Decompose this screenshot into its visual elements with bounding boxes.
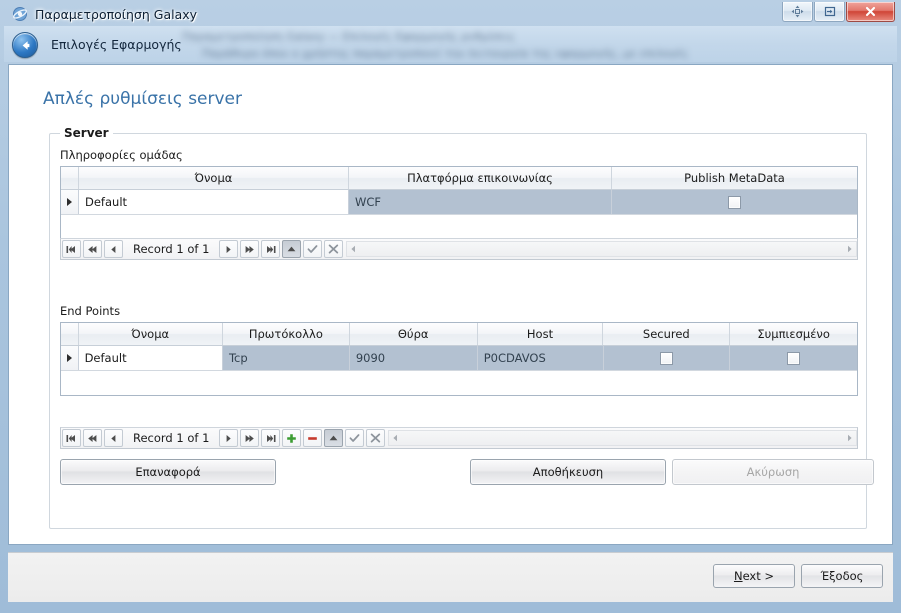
grid-corner-cell [61, 323, 79, 345]
next-page-icon[interactable] [240, 429, 260, 447]
end-points-navigator: Record 1 of 1 [60, 427, 858, 449]
grid-corner-cell [61, 167, 79, 189]
groupbox-title: Server [60, 126, 113, 140]
grid-empty-space [61, 371, 857, 395]
column-header-compressed[interactable]: Συμπιεσμένο [730, 323, 857, 345]
window-controls [782, 2, 895, 22]
previous-record-icon[interactable] [104, 429, 123, 447]
cell-platform[interactable]: WCF [349, 190, 612, 214]
server-groupbox: Server Πληροφορίες ομάδας Όνομα Πλατφόρμ… [49, 126, 874, 529]
next-record-icon[interactable] [219, 429, 239, 447]
end-points-horizontal-scrollbar[interactable] [388, 430, 857, 446]
cell-onoma[interactable]: Default [78, 346, 223, 370]
previous-page-icon[interactable] [83, 240, 102, 258]
add-record-icon[interactable] [282, 429, 302, 447]
scroll-right-arrow-icon [848, 434, 852, 442]
cell-port[interactable]: 9090 [349, 346, 478, 370]
blurred-header-line-2: Παράθυρο όπου ο χρήστης παραμετροποιεί τ… [202, 47, 689, 60]
row-selector[interactable] [61, 346, 79, 370]
compressed-checkbox[interactable] [787, 351, 801, 365]
current-row-arrow-icon [66, 354, 72, 362]
group-info-label: Πληροφορίες ομάδας [60, 148, 183, 162]
column-header-onoma[interactable]: Όνομα [79, 167, 349, 189]
delete-record-icon[interactable] [303, 429, 323, 447]
scroll-left-arrow-icon [393, 434, 398, 442]
application-window: Παραμετροποίηση Galaxy Επιλογές Εφαρμογή… [0, 0, 901, 613]
group-info-navigator: Record 1 of 1 [60, 238, 858, 260]
column-header-publish-metadata[interactable]: Publish MetaData [612, 167, 857, 189]
minimize-to-tray-button[interactable] [814, 2, 845, 22]
group-info-horizontal-scrollbar[interactable] [346, 241, 857, 257]
group-info-grid-header: Όνομα Πλατφόρμα επικοινωνίας Publish Met… [61, 167, 857, 190]
end-points-grid[interactable]: Όνομα Πρωτόκολλο Θύρα Host Secured Συμπι… [60, 322, 858, 396]
save-button[interactable]: Αποθήκευση [470, 459, 666, 485]
scroll-right-arrow-icon [848, 245, 852, 253]
row-selector[interactable] [61, 190, 79, 214]
cell-protocol[interactable]: Tcp [222, 346, 350, 370]
exit-button[interactable]: Έξοδος [801, 564, 883, 588]
back-arrow-icon[interactable] [12, 32, 38, 58]
next-record-icon[interactable] [219, 240, 239, 258]
restore-button[interactable]: Επαναφορά [60, 459, 276, 485]
group-info-record-count: Record 1 of 1 [133, 242, 210, 256]
navigation-header: Επιλογές Εφαρμογής Παραμετροποίηση Galax… [4, 26, 897, 62]
wizard-footer: Next > Έξοδος [8, 552, 893, 602]
column-header-port[interactable]: Θύρα [349, 323, 478, 345]
column-header-protocol[interactable]: Πρωτόκολλο [222, 323, 350, 345]
galaxy-app-icon [12, 6, 28, 22]
group-info-grid[interactable]: Όνομα Πλατφόρμα επικοινωνίας Publish Met… [60, 166, 858, 240]
column-header-host[interactable]: Host [477, 323, 604, 345]
previous-record-icon[interactable] [104, 240, 123, 258]
cancel-icon[interactable] [366, 429, 386, 447]
cell-compressed[interactable] [730, 346, 857, 370]
move-window-button[interactable] [782, 2, 813, 22]
table-row[interactable]: Default Tcp 9090 P0CDAVOS [61, 346, 857, 371]
window-title: Παραμετροποίηση Galaxy [35, 6, 198, 22]
scroll-left-arrow-icon [351, 245, 356, 253]
cell-onoma[interactable]: Default [79, 190, 349, 214]
grid-empty-space [61, 215, 857, 239]
next-page-icon[interactable] [240, 240, 260, 258]
column-header-platform[interactable]: Πλατφόρμα επικοινωνίας [349, 167, 612, 189]
content-panel: Απλές ρυθμίσεις server Server Πληροφορίε… [8, 64, 893, 545]
publish-metadata-checkbox[interactable] [728, 195, 741, 209]
move-up-icon[interactable] [324, 429, 344, 447]
first-record-icon[interactable] [62, 240, 81, 258]
column-header-onoma[interactable]: Όνομα [78, 323, 223, 345]
move-up-icon[interactable] [282, 240, 302, 258]
table-row[interactable]: Default WCF [61, 190, 857, 215]
column-header-secured[interactable]: Secured [603, 323, 731, 345]
next-button-accel: N [733, 569, 743, 583]
accept-icon[interactable] [303, 240, 323, 258]
end-points-grid-header: Όνομα Πρωτόκολλο Θύρα Host Secured Συμπι… [61, 323, 857, 346]
close-window-button[interactable] [846, 2, 895, 22]
cell-secured[interactable] [603, 346, 731, 370]
end-points-record-count: Record 1 of 1 [133, 431, 210, 445]
last-record-icon[interactable] [261, 240, 281, 258]
cell-host[interactable]: P0CDAVOS [477, 346, 604, 370]
next-button[interactable]: Next > [713, 564, 795, 588]
title-bar: Παραμετροποίηση Galaxy [4, 2, 897, 26]
back-label: Επιλογές Εφαρμογής [51, 37, 182, 52]
previous-page-icon[interactable] [83, 429, 102, 447]
next-button-label: ext > [742, 569, 775, 583]
end-points-label: End Points [60, 304, 121, 318]
accept-icon[interactable] [345, 429, 365, 447]
cell-publish-metadata[interactable] [612, 190, 857, 214]
cancel-button: Ακύρωση [672, 459, 874, 485]
cancel-icon[interactable] [324, 240, 344, 258]
blurred-header-line-1: Παραμετροποίηση Galaxy — Επιλογές Εφαρμο… [182, 30, 516, 43]
current-row-arrow-icon [67, 198, 72, 206]
page-title: Απλές ρυθμίσεις server [43, 89, 243, 109]
secured-checkbox[interactable] [659, 351, 673, 365]
first-record-icon[interactable] [62, 429, 81, 447]
last-record-icon[interactable] [261, 429, 281, 447]
